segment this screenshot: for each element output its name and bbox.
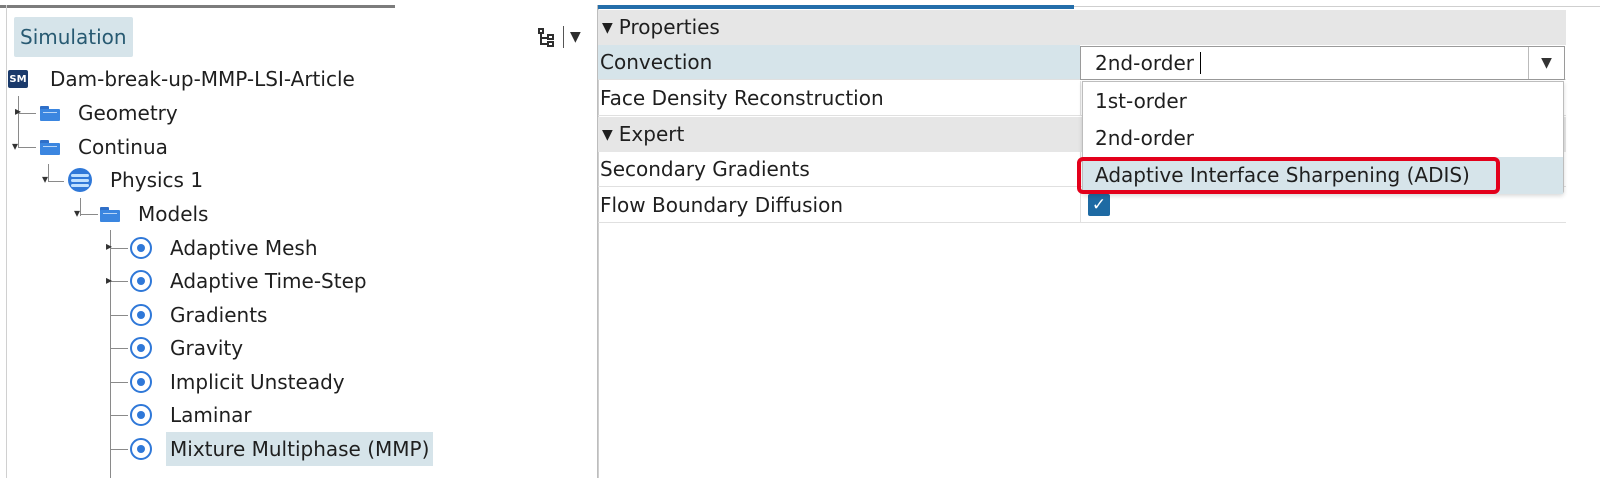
toolbar-separator — [563, 26, 564, 48]
section-title: Expert — [618, 122, 685, 146]
sim-file-icon: SM — [8, 70, 28, 88]
collapse-arrow-icon[interactable]: ▾ — [42, 172, 48, 186]
convection-combobox[interactable]: 2nd-order ▼ — [1080, 46, 1565, 80]
panel-top-border — [1074, 6, 1600, 7]
convection-value[interactable]: 2nd-order — [1095, 47, 1194, 79]
model-icon — [130, 237, 152, 259]
tree-connector — [48, 181, 64, 182]
folder-icon — [40, 105, 60, 121]
tree-item-label: Physics 1 — [110, 168, 204, 192]
model-icon — [130, 404, 152, 426]
collapse-arrow-icon[interactable]: ▾ — [12, 139, 18, 153]
tree-toolbar: ▼ — [535, 24, 581, 50]
tree-connector — [80, 214, 98, 215]
tree-item-label: Laminar — [170, 403, 252, 427]
tree-connector — [110, 382, 128, 383]
section-header-properties[interactable]: ▼ Properties — [598, 10, 1566, 45]
chevron-down-icon[interactable]: ▼ — [570, 29, 581, 45]
tree-connector — [110, 348, 128, 349]
tree-item-mixture-multiphase[interactable]: Mixture Multiphase (MMP) — [130, 432, 434, 466]
tree-item-gradients[interactable]: Gradients — [130, 298, 271, 332]
tree-root[interactable]: SM Dam-break-up-MMP-LSI-Article — [8, 62, 359, 96]
collapse-arrow-icon[interactable]: ▼ — [602, 118, 613, 153]
tree-item-models[interactable]: Models — [100, 197, 212, 231]
collapse-arrow-icon[interactable]: ▾ — [74, 206, 80, 220]
tree-item-gravity[interactable]: Gravity — [130, 331, 247, 365]
tree-connector — [110, 248, 128, 249]
panel-top-border — [0, 5, 395, 8]
tree-item-geometry[interactable]: Geometry — [40, 96, 182, 130]
property-name: Flow Boundary Diffusion — [600, 193, 843, 217]
expand-arrow-icon[interactable]: ▸ — [15, 104, 21, 118]
tree-item-label: Geometry — [78, 101, 178, 125]
section-title: Properties — [618, 15, 720, 39]
tree-item-physics-1[interactable]: Physics 1 — [68, 163, 207, 197]
tree-item-label: Gravity — [170, 336, 244, 360]
properties-tab-accent — [598, 5, 1074, 9]
panel-left-border — [6, 5, 7, 478]
tree-root-label: Dam-break-up-MMP-LSI-Article — [50, 67, 355, 91]
property-name: Face Density Reconstruction — [600, 86, 884, 110]
dropdown-option-1st-order[interactable]: 1st-order — [1083, 83, 1563, 120]
collapse-arrow-icon[interactable]: ▼ — [602, 11, 613, 46]
tree-connector — [110, 281, 128, 282]
annotation-highlight-box — [1077, 157, 1500, 194]
tree-item-adaptive-mesh[interactable]: Adaptive Mesh — [130, 231, 322, 265]
tree-item-label: Implicit Unsteady — [170, 370, 345, 394]
tree-structure-icon[interactable] — [535, 26, 557, 48]
model-icon — [130, 438, 152, 460]
physics-icon — [68, 168, 92, 192]
tree-item-implicit-unsteady[interactable]: Implicit Unsteady — [130, 365, 349, 399]
tree-item-label: Models — [138, 202, 209, 226]
tree-item-label: Continua — [78, 135, 168, 159]
dropdown-option-2nd-order[interactable]: 2nd-order — [1083, 120, 1563, 157]
folder-icon — [40, 139, 60, 155]
folder-icon — [100, 206, 120, 222]
expand-arrow-icon[interactable]: ▸ — [106, 273, 112, 287]
tree-connector — [110, 230, 111, 478]
tree-connector — [18, 147, 36, 148]
chevron-down-icon[interactable]: ▼ — [1528, 47, 1564, 79]
tree-connector — [48, 164, 49, 182]
model-icon — [130, 371, 152, 393]
tree-item-label: Adaptive Mesh — [170, 236, 318, 260]
text-cursor — [1200, 52, 1201, 74]
tree-item-label: Mixture Multiphase (MMP) — [166, 432, 434, 466]
tree-connector — [110, 449, 128, 450]
tree-item-laminar[interactable]: Laminar — [130, 398, 256, 432]
simulation-tab[interactable]: Simulation — [14, 17, 133, 57]
property-name: Convection — [600, 50, 713, 74]
tree-connector — [110, 415, 128, 416]
property-name: Secondary Gradients — [600, 157, 810, 181]
tree-item-adaptive-time-step[interactable]: Adaptive Time-Step — [130, 264, 371, 298]
model-icon — [130, 337, 152, 359]
tree-item-continua[interactable]: Continua — [40, 130, 172, 164]
tree-connector — [110, 315, 128, 316]
flow-boundary-diffusion-checkbox[interactable]: ✓ — [1088, 194, 1110, 216]
tree-item-label: Adaptive Time-Step — [170, 269, 367, 293]
expand-arrow-icon[interactable]: ▸ — [106, 239, 112, 253]
model-icon — [130, 270, 152, 292]
model-icon — [130, 304, 152, 326]
tree-item-label: Gradients — [170, 303, 268, 327]
